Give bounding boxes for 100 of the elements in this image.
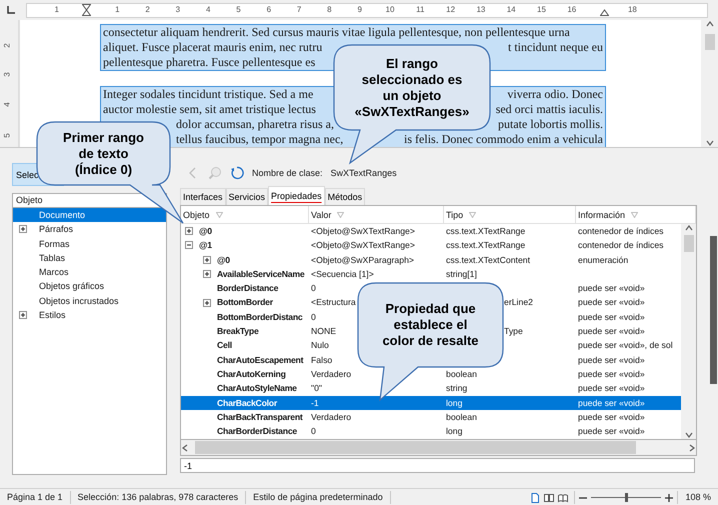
multi-page-view-icon[interactable] [544, 492, 554, 502]
column-header[interactable]: Valor [309, 206, 444, 223]
table-cell: NONE [311, 326, 336, 336]
table-cell: enumeración [578, 254, 628, 265]
table-cell: Type [504, 326, 523, 336]
tree-item[interactable]: Marcos [13, 265, 166, 280]
expand-icon[interactable] [19, 225, 27, 234]
scroll-up-icon[interactable] [706, 20, 714, 28]
tree-item-label: Estilos [39, 309, 66, 322]
ruler-number: 2 [2, 43, 12, 48]
ruler-number: 4 [206, 4, 210, 14]
word-count: Selección: 136 palabras, 978 caracteres [70, 491, 246, 504]
table-cell: string [446, 383, 468, 394]
page-count: Página 1 de 1 [0, 491, 71, 504]
column-header[interactable]: Tipo [444, 206, 576, 223]
zoom-level: 108 % [677, 491, 718, 504]
text-line: auctor molestie sem, sit amet tristique lectus [103, 102, 316, 117]
table-cell: puede ser «void» [578, 368, 645, 379]
property-name: @0 [217, 254, 230, 267]
tree-item-label: Formas [39, 238, 70, 251]
table-cell: boolean [446, 368, 477, 379]
text-line: sed orci mattis iaculis. [496, 102, 603, 117]
book-view-icon[interactable] [558, 492, 568, 502]
tab[interactable]: Servicios [226, 188, 268, 205]
expand-icon[interactable] [203, 298, 211, 307]
expand-icon[interactable] [19, 311, 27, 320]
table-cell: Nulo [311, 340, 329, 350]
text-line: pellentesque pharetra. Fusce pellentesque es [103, 55, 316, 70]
tree-item[interactable]: Formas [13, 236, 166, 251]
scrollbar-thumb[interactable] [704, 34, 714, 50]
expand-icon[interactable] [203, 256, 211, 264]
table-cell: puede ser «void» [578, 283, 645, 294]
class-name-value: SwXTextRanges [330, 168, 397, 178]
sidebar-handle[interactable] [710, 236, 717, 384]
tab[interactable]: Interfaces [180, 188, 226, 205]
scroll-down-icon[interactable] [706, 139, 714, 147]
tree-item[interactable]: Estilos [13, 308, 166, 322]
property-name: CharAutoKerning [217, 368, 286, 381]
expand-icon[interactable] [203, 270, 211, 278]
property-name: BottomBorderDistanc [217, 310, 303, 324]
scrollbar-thumb[interactable] [195, 441, 636, 454]
expand-icon[interactable] [185, 227, 193, 236]
table-cell: "0" [311, 383, 322, 394]
scroll-up-icon[interactable] [684, 224, 692, 232]
property-name: CharBackTransparent [217, 410, 303, 424]
column-header[interactable]: Información [576, 206, 696, 223]
tree-item[interactable]: Documento [13, 208, 166, 222]
scrollbar-thumb[interactable] [684, 235, 694, 252]
text-line: tellus faucibus, tempor magna nec, [176, 132, 344, 147]
table-cell: Falso [311, 354, 332, 365]
table-cell: long [446, 426, 462, 436]
table-cell: <Secuencia [1]> [311, 268, 374, 279]
table-cell: boolean [446, 412, 477, 422]
page-style: Estilo de página predeterminado [246, 491, 391, 504]
single-page-view-icon[interactable] [530, 492, 540, 502]
table-cell: css.text.XTextRange [446, 226, 526, 236]
table-cell: <Objeto@SwXTextRange> [311, 226, 415, 236]
property-name: AvailableServiceName [217, 268, 304, 281]
tree-item-label: Párrafos [39, 223, 74, 236]
ruler-number: 18 [628, 4, 637, 14]
tree-item[interactable]: Objetos gráficos [13, 279, 166, 294]
value-field[interactable]: -1 [180, 458, 695, 473]
table-cell: 0 [311, 426, 316, 436]
tree-item[interactable]: Tablas [13, 250, 166, 266]
property-name: BreakType [217, 325, 259, 338]
table-cell: puede ser «void» [578, 383, 645, 394]
table-cell: puede ser «void», de sol [578, 340, 673, 350]
property-name: CharBackColor [217, 396, 277, 410]
table-cell: Verdadero [311, 368, 352, 379]
ruler-number: 7 [296, 4, 302, 14]
collapse-icon[interactable] [185, 241, 193, 250]
ruler-number: 13 [476, 4, 486, 14]
table-cell: puede ser «void» [578, 354, 645, 365]
scroll-right-icon[interactable] [688, 444, 696, 452]
table-cell: long [446, 398, 462, 408]
text-line: viverra odio. Donec [507, 87, 603, 102]
zoom-slider-thumb[interactable] [625, 493, 628, 502]
tree-item[interactable]: Objetos incrustados [13, 294, 166, 308]
scroll-left-icon[interactable] [181, 444, 189, 452]
text-line: putate lobortis mollis. [498, 117, 603, 132]
tab[interactable]: Propiedades [268, 186, 325, 205]
scroll-down-icon[interactable] [684, 431, 692, 439]
tree-item-label: Documento [39, 209, 86, 222]
table-cell: puede ser «void» [578, 412, 645, 422]
table-cell: css.text.XTextRange [446, 240, 526, 250]
property-name: CharBorderDistance [217, 425, 297, 438]
indent-marker-icon[interactable] [82, 4, 91, 16]
ruler-number: 2 [145, 4, 150, 14]
tab-stop-icon[interactable] [6, 5, 16, 15]
table-cell: puede ser «void» [578, 426, 645, 436]
property-name: CharAutoStyleName [217, 382, 297, 396]
table-cell: -1 [311, 398, 319, 408]
refresh-icon[interactable] [230, 166, 244, 180]
table-cell: contenedor de índices [578, 240, 664, 250]
property-name: @0 [199, 225, 212, 238]
tree-item[interactable]: Párrafos [13, 222, 166, 237]
tab[interactable]: Métodos [324, 188, 366, 205]
ruler-number: 6 [266, 4, 272, 14]
zoom-in-icon[interactable] [665, 494, 674, 502]
text-line: t tincidunt neque eu [508, 40, 603, 55]
